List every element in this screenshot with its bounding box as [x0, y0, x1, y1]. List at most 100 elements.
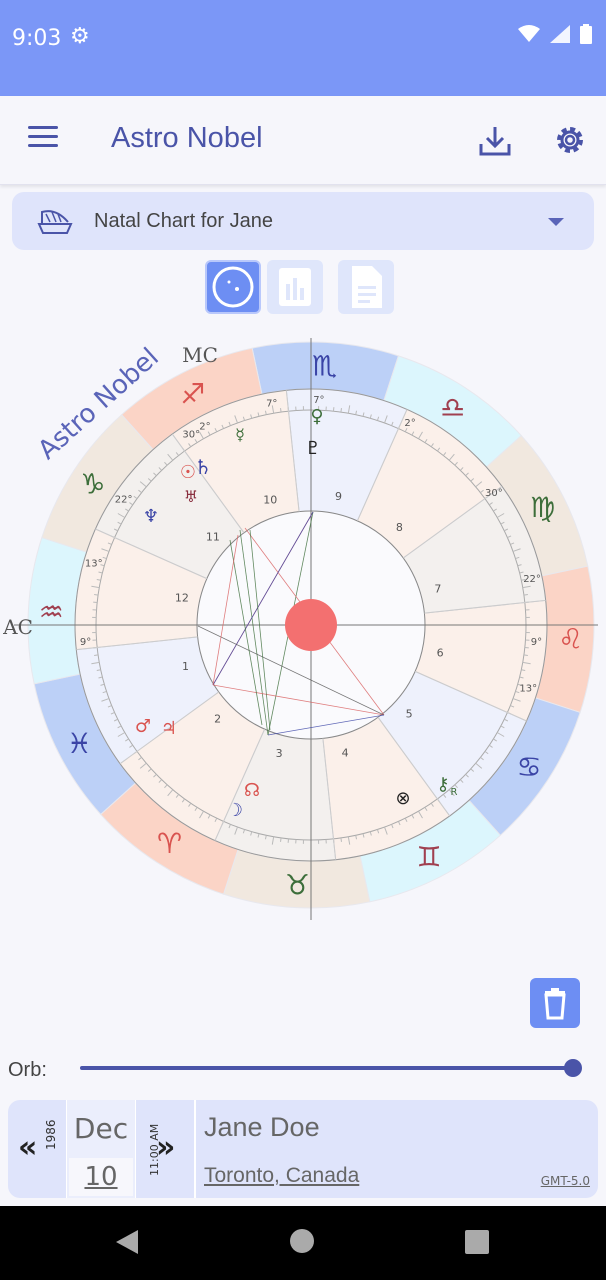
degree-label: 2°	[404, 418, 415, 429]
zodiac-sign-glyph: ♑	[80, 467, 105, 500]
degree-label: 9°	[80, 637, 91, 648]
house-number: 11	[206, 531, 220, 544]
chart-type-dropdown[interactable]: Natal Chart for Jane	[12, 192, 594, 250]
zodiac-sign-glyph: ♊	[416, 841, 441, 874]
ac-label: AC	[2, 615, 33, 639]
recents-icon[interactable]	[465, 1230, 489, 1254]
battery-icon	[580, 24, 592, 44]
home-icon[interactable]	[290, 1229, 314, 1253]
stats-view-button[interactable]	[267, 260, 323, 314]
app-bar: Astro Nobel	[0, 96, 606, 185]
zodiac-sign-glyph: ♏	[312, 349, 337, 382]
status-time: 9:03	[12, 26, 62, 51]
degree-tick	[94, 654, 99, 656]
delete-button[interactable]	[530, 978, 580, 1028]
house-number: 6	[437, 646, 444, 659]
zodiac-sign-glyph: ♒	[39, 595, 64, 628]
jupiter-glyph: ♃	[161, 718, 177, 739]
birth-info-panel: « 1986 Dec 10 11:00 AM » Jane Doe Toront…	[8, 1100, 598, 1198]
house-number: 2	[214, 712, 221, 725]
center-dot	[285, 599, 337, 651]
chart-type-label: Natal Chart for Jane	[94, 210, 273, 232]
sun-glyph: ☉	[180, 462, 196, 483]
settings-icon[interactable]	[552, 122, 588, 158]
degree-label: 7°	[266, 398, 277, 409]
orb-label: Orb:	[8, 1059, 47, 1081]
report-view-button[interactable]	[338, 260, 394, 314]
zodiac-sign-glyph: ♍	[530, 491, 555, 524]
house-number: 12	[175, 592, 189, 605]
degree-tick	[280, 408, 282, 413]
fortune-glyph: ⊗	[395, 788, 410, 809]
degree-tick	[523, 654, 528, 656]
back-icon[interactable]	[116, 1230, 138, 1254]
house-number: 3	[276, 747, 283, 760]
moon-glyph: ☽	[227, 800, 243, 821]
house-number: 10	[263, 493, 277, 506]
dropdown-caret-icon	[548, 218, 564, 226]
degree-tick	[340, 408, 342, 413]
bar-chart-icon	[279, 268, 311, 306]
chiron-glyph: ⚷	[436, 774, 449, 795]
pluto-glyph: ♇	[305, 438, 321, 459]
degree-label: 13°	[85, 559, 103, 570]
zodiac-sign-glyph: ♓	[67, 727, 92, 760]
uranus-glyph: ♅	[184, 487, 198, 506]
wheel-icon	[212, 266, 254, 308]
previous-date-button[interactable]: «	[18, 1130, 37, 1165]
orb-slider-thumb[interactable]	[564, 1059, 582, 1077]
wifi-icon	[518, 25, 540, 42]
birth-day[interactable]: 10	[69, 1158, 133, 1196]
house-number: 1	[182, 660, 189, 673]
degree-label: 13°	[519, 683, 537, 694]
signal-icon	[550, 25, 570, 43]
birth-month[interactable]: Dec	[67, 1112, 135, 1145]
degree-tick	[280, 837, 282, 842]
status-bar: 9:03 ⚙	[0, 0, 606, 96]
node-glyph: ☊	[244, 780, 260, 801]
zodiac-sign-glyph: ♈	[157, 827, 182, 860]
degree-label: 2°	[199, 421, 210, 432]
venus-glyph: ♀	[310, 406, 323, 427]
house-number: 4	[342, 747, 349, 760]
house-number: 9	[335, 490, 342, 503]
birth-place[interactable]: Toronto, Canada	[204, 1164, 359, 1188]
natal-chart-wheel[interactable]: ♏ ♎ ♍ ♌ ♋ ♊ ♉ ♈ ♓ ♒ ♑ ♐ 1 2 3 4 5 6 7 8 9 10 11 12 7° 2° 30° 22° 13°…	[0, 330, 606, 920]
degree-label: 9°	[531, 637, 542, 648]
natal-chart-svg: ♏♎♍♌♋♊♉♈♓♒♑♐123 4567891011127°2°30°22°13°…	[2, 338, 598, 920]
wheel-view-button[interactable]	[205, 260, 261, 314]
degree-tick	[94, 594, 99, 596]
zodiac-sign-glyph: ♉	[285, 869, 310, 902]
house-number: 7	[434, 583, 441, 596]
degree-label: 22°	[115, 495, 133, 506]
menu-icon[interactable]	[28, 126, 58, 148]
date-picker[interactable]: Dec 10	[66, 1100, 136, 1198]
cradle-icon	[37, 210, 73, 234]
degree-label: 30°	[182, 429, 200, 440]
degree-label: 30°	[485, 488, 503, 499]
saturn-glyph: ♄	[194, 455, 212, 479]
timezone-label[interactable]: GMT-5.0	[541, 1174, 590, 1188]
next-date-button[interactable]: »	[156, 1130, 175, 1165]
download-icon[interactable]	[478, 124, 512, 158]
status-icons	[518, 24, 592, 44]
retrograde-label: R	[451, 787, 458, 798]
mercury-glyph: ☿	[235, 425, 245, 444]
house-number: 8	[396, 521, 403, 534]
trash-icon	[544, 988, 566, 1020]
gear-icon: ⚙	[70, 24, 90, 49]
neptune-glyph: ♆	[143, 506, 159, 527]
zodiac-sign-glyph: ♎	[440, 391, 465, 424]
zodiac-sign-glyph: ♌	[558, 623, 583, 656]
divider	[194, 1100, 196, 1198]
degree-label: 7°	[313, 395, 324, 406]
person-name[interactable]: Jane Doe	[204, 1112, 320, 1143]
birth-year[interactable]: 1986	[44, 1119, 58, 1150]
document-icon	[352, 266, 382, 308]
degree-tick	[523, 594, 528, 596]
zodiac-sign-glyph: ♐	[180, 377, 205, 410]
app-title: Astro Nobel	[111, 122, 263, 154]
mc-label: MC	[182, 343, 218, 367]
degree-label: 22°	[523, 574, 541, 585]
orb-slider-track[interactable]	[80, 1066, 574, 1070]
